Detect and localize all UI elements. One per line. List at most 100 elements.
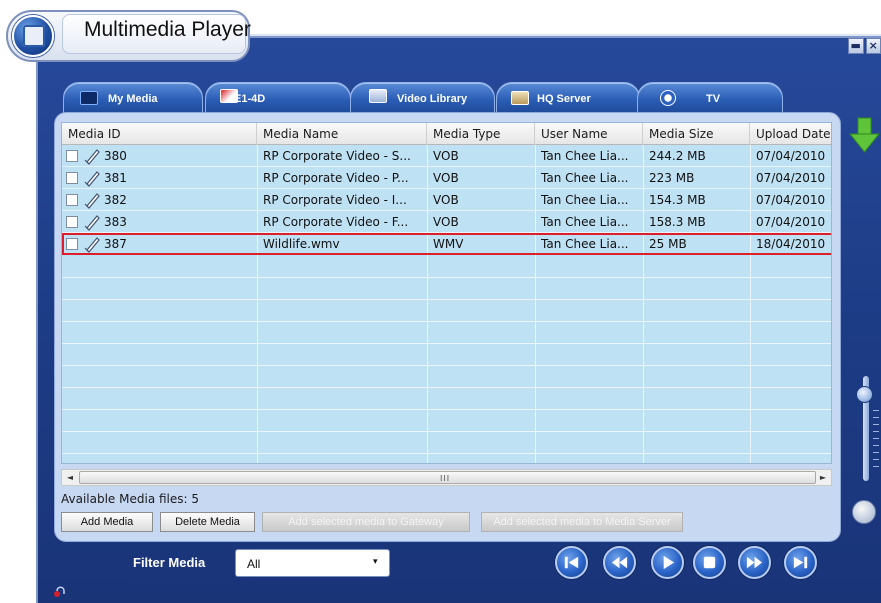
stethoscope-icon [54,586,65,597]
media-table: Media ID Media Name Media Type User Name… [61,122,832,464]
cell-media-id: 381 [104,171,127,185]
scroll-grip: III [440,474,451,483]
cell-media-type: VOB [433,215,459,229]
grid-line [62,343,831,344]
table-row[interactable]: 382 RP Corporate Video - I... VOB Tan Ch… [62,189,831,211]
cell-media-type: WMV [433,237,464,251]
cell-media-type: VOB [433,149,459,163]
stop-button[interactable] [693,546,726,579]
tab-tv[interactable]: TV [637,82,783,114]
grid-line [62,409,831,410]
cell-media-id: 380 [104,149,127,163]
row-checkbox[interactable] [66,194,78,206]
minimize-button[interactable]: ▬ [848,38,864,54]
tab-label: E1-4D [234,93,266,105]
cell-media-size: 154.3 MB [649,193,706,207]
tab-my-media[interactable]: My Media [63,82,203,114]
horizontal-scrollbar[interactable]: ◄ III ► [61,469,832,486]
filter-media-select[interactable]: All ▾ [235,549,390,577]
col-user-name[interactable]: User Name [535,123,643,145]
cell-media-type: VOB [433,171,459,185]
add-to-gateway-button[interactable]: Add selected media to Gateway [262,512,470,532]
app-window: Multimedia Player ▬ × My Media E1-4D Vid… [0,0,881,603]
cell-media-name: RP Corporate Video - S... [263,149,411,163]
table-row[interactable]: 381 RP Corporate Video - P... VOB Tan Ch… [62,167,831,189]
cell-upload-date: 18/04/2010 [756,237,826,251]
close-button[interactable]: × [865,38,881,54]
cell-upload-date: 07/04/2010 [756,193,826,207]
col-media-type[interactable]: Media Type [427,123,535,145]
cell-media-name: RP Corporate Video - P... [263,171,409,185]
cell-upload-date: 07/04/2010 [756,149,826,163]
cell-media-name: RP Corporate Video - I... [263,193,407,207]
grid-line [62,277,831,278]
volume-knob[interactable] [856,386,873,403]
cell-user-name: Tan Chee Lia... [541,193,629,207]
cell-media-size: 25 MB [649,237,687,251]
server-icon [511,91,529,105]
speaker-icon[interactable] [852,500,876,524]
play-button[interactable] [651,546,684,579]
grid-line [62,365,831,366]
tab-e1-4d[interactable]: E1-4D [205,82,351,114]
tab-hq-server[interactable]: HQ Server [496,82,640,114]
grid-line [62,321,831,322]
stop-icon [703,556,716,569]
window-controls: ▬ × [848,38,881,56]
volume-slider[interactable] [852,376,881,481]
skip-back-button[interactable] [555,546,588,579]
app-logo-icon [12,15,54,57]
cell-media-id: 383 [104,215,127,229]
chevron-down-icon: ▾ [373,557,378,567]
col-media-id[interactable]: Media ID [62,123,257,145]
col-media-size[interactable]: Media Size [643,123,750,145]
tab-label: HQ Server [537,93,591,105]
fast-forward-icon [746,556,763,569]
scroll-thumb[interactable]: III [79,471,816,484]
download-arrow-icon[interactable] [848,116,881,156]
cell-media-id: 382 [104,193,127,207]
skip-forward-button[interactable] [784,546,817,579]
fast-forward-button[interactable] [738,546,771,579]
row-checkbox[interactable] [66,150,78,162]
add-media-button[interactable]: Add Media [61,512,153,532]
grid-line [62,431,831,432]
tab-label: My Media [108,93,158,105]
col-upload-date[interactable]: Upload Date [750,123,831,145]
cell-user-name: Tan Chee Lia... [541,149,629,163]
filter-media-value: All [247,557,261,571]
tab-label: TV [706,93,721,105]
cell-user-name: Tan Chee Lia... [541,171,629,185]
skip-back-icon [564,556,579,569]
cell-user-name: Tan Chee Lia... [541,215,629,229]
available-count: Available Media files: 5 [61,492,200,506]
grid-line [62,387,831,388]
delete-media-button[interactable]: Delete Media [160,512,255,532]
table-row[interactable]: 383 RP Corporate Video - F... VOB Tan Ch… [62,211,831,233]
table-row[interactable]: 380 RP Corporate Video - S... VOB Tan Ch… [62,145,831,167]
col-media-name[interactable]: Media Name [257,123,427,145]
app-title: Multimedia Player [84,18,251,41]
cell-media-size: 158.3 MB [649,215,706,229]
rewind-icon [611,556,628,569]
volume-ticks [873,410,879,470]
tab-video-library[interactable]: Video Library [350,82,495,114]
cell-upload-date: 07/04/2010 [756,171,826,185]
table-row-selected[interactable]: 387 Wildlife.wmv WMV Tan Chee Lia... 25 … [62,233,831,255]
film-icon [80,91,98,105]
tv-icon [660,90,676,106]
cell-media-type: VOB [433,193,459,207]
grid-line [62,299,831,300]
row-checkbox[interactable] [66,216,78,228]
row-checkbox[interactable] [66,172,78,184]
cell-media-name: RP Corporate Video - F... [263,215,409,229]
row-checkbox[interactable] [66,238,78,250]
cell-media-size: 244.2 MB [649,149,706,163]
cell-media-id: 387 [104,237,127,251]
scroll-left-icon[interactable]: ◄ [62,470,78,485]
add-to-server-button[interactable]: Add selected media to Media Server [481,512,683,532]
skip-forward-icon [793,556,808,569]
cell-upload-date: 07/04/2010 [756,215,826,229]
rewind-button[interactable] [603,546,636,579]
scroll-right-icon[interactable]: ► [815,470,831,485]
